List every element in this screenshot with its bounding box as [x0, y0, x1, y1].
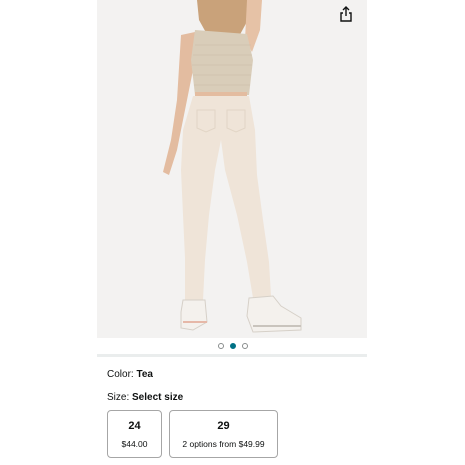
color-option: Color: Tea — [107, 369, 153, 380]
carousel-dot-3[interactable] — [241, 343, 248, 349]
size-option-29[interactable]: 29 2 options from $49.99 — [169, 410, 278, 458]
product-photo — [163, 0, 302, 333]
carousel-dot-1[interactable] — [217, 343, 224, 349]
product-image[interactable] — [97, 0, 367, 338]
size-option: Size: Select size — [107, 392, 183, 403]
size-value: Select size — [132, 392, 184, 403]
size-option-price: 2 options from $49.99 — [182, 439, 265, 449]
size-option-label: 29 — [217, 420, 230, 432]
share-icon — [340, 6, 352, 22]
share-button[interactable] — [336, 4, 356, 24]
size-option-label: 24 — [128, 420, 141, 432]
color-value: Tea — [136, 369, 153, 380]
size-option-24[interactable]: 24 $44.00 — [107, 410, 162, 458]
color-label: Color: — [107, 369, 134, 380]
size-label: Size: — [107, 392, 130, 403]
image-carousel-indicator — [0, 342, 465, 350]
section-divider — [97, 354, 367, 357]
size-option-price: $44.00 — [121, 439, 148, 449]
carousel-dot-2[interactable] — [229, 343, 236, 349]
